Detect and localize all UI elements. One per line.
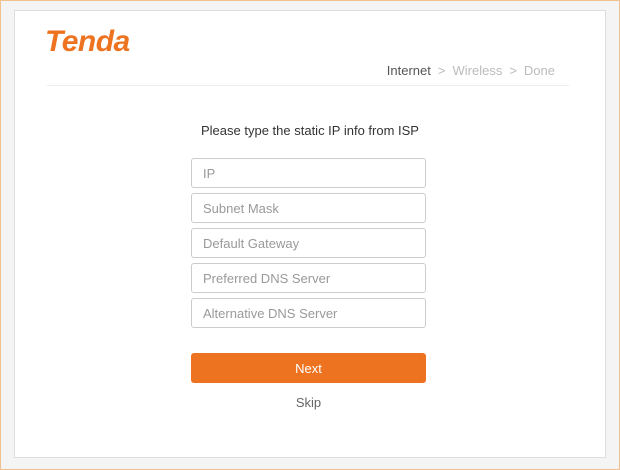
- tenda-logo: Tenda: [45, 25, 130, 58]
- step-separator: >: [437, 63, 446, 78]
- form-instructions: Please type the static IP info from ISP: [201, 123, 419, 138]
- step-wireless: Wireless: [452, 63, 503, 78]
- ip-input[interactable]: [191, 158, 426, 188]
- default-gateway-input[interactable]: [191, 228, 426, 258]
- header-divider: [47, 85, 569, 86]
- step-internet: Internet: [386, 63, 431, 78]
- setup-steps-breadcrumb: Internet > Wireless > Done: [387, 63, 555, 78]
- step-done: Done: [523, 63, 555, 78]
- subnet-mask-input[interactable]: [191, 193, 426, 223]
- window-frame: Tenda Internet > Wireless > Done Please type…: [0, 0, 620, 470]
- skip-link[interactable]: Skip: [191, 395, 426, 410]
- setup-card: Tenda Internet > Wireless > Done Please type…: [14, 10, 606, 458]
- step-separator: >: [509, 63, 517, 78]
- preferred-dns-input[interactable]: [191, 263, 426, 293]
- alternative-dns-input[interactable]: [191, 298, 426, 328]
- next-button[interactable]: Next: [191, 353, 426, 383]
